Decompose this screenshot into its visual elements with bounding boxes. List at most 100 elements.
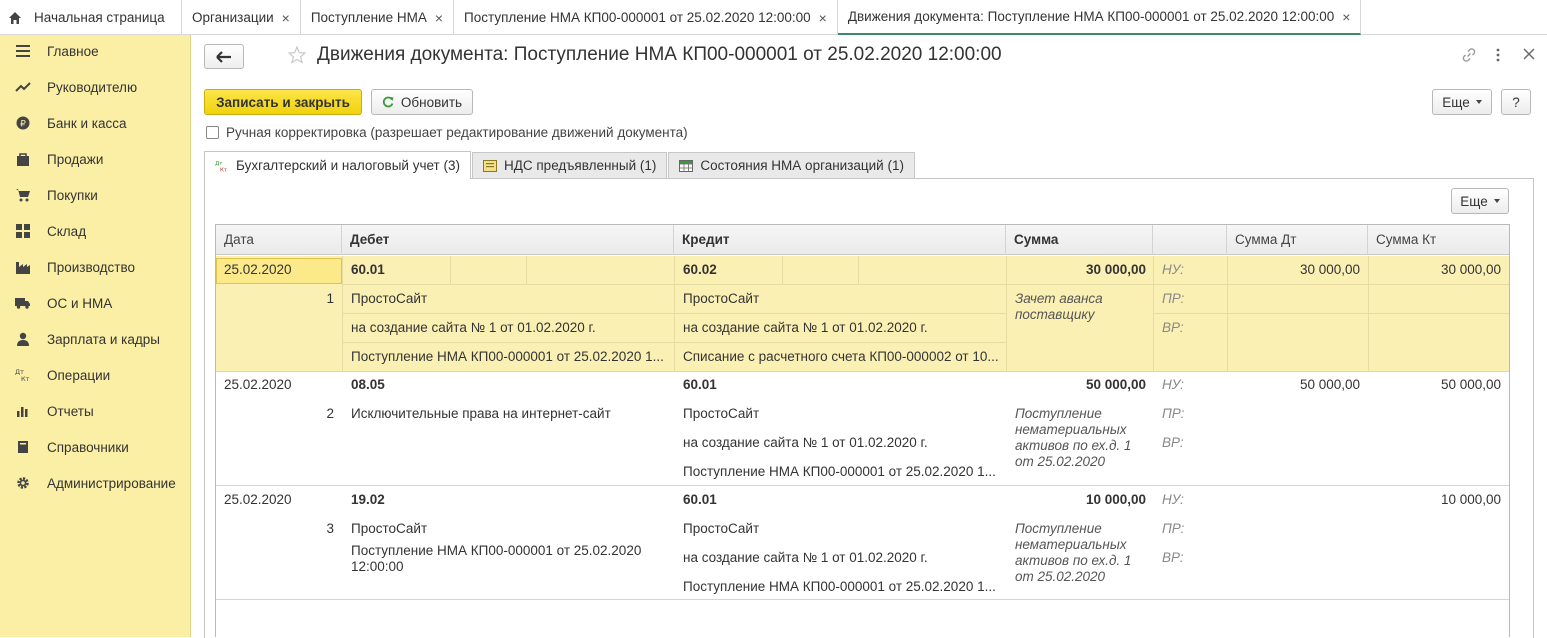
credit-account: 60.02 — [683, 262, 717, 277]
home-icon — [9, 11, 21, 24]
sidebar-item-catalogs[interactable]: Справочники — [0, 434, 190, 460]
link-icon[interactable] — [1461, 47, 1477, 63]
debit-account: 08.05 — [351, 377, 385, 392]
close-icon[interactable]: × — [819, 10, 827, 26]
credit-subconto: на создание сайта № 1 от 01.02.2020 г. — [683, 320, 928, 335]
truck-icon — [14, 295, 32, 311]
svg-text:Кт: Кт — [21, 375, 30, 382]
back-button[interactable] — [204, 44, 244, 69]
save-and-close-button[interactable]: Записать и закрыть — [204, 89, 362, 115]
tax-label-vr: ВР: — [1162, 550, 1184, 565]
sidebar-item-operations[interactable]: Дт Кт Операции — [0, 362, 190, 388]
tax-label-vr: ВР: — [1162, 435, 1184, 450]
close-icon[interactable]: × — [282, 10, 290, 26]
tax-label-nu: НУ: — [1162, 262, 1184, 277]
cart-icon — [14, 187, 32, 203]
movements-table: Дата Дебет Кредит Сумма Сумма Дт Сумма К… — [215, 224, 1510, 637]
close-icon[interactable]: × — [1342, 9, 1350, 25]
debit-subconto: ПростоСайт — [351, 291, 428, 306]
sidebar-item-manager[interactable]: Руководителю — [0, 74, 190, 100]
tab-label: НДС предъявленный (1) — [503, 158, 657, 173]
sidebar-item-warehouse[interactable]: Склад — [0, 218, 190, 244]
col-header-sum-kt[interactable]: Сумма Кт — [1368, 225, 1509, 255]
manual-edit-checkbox[interactable] — [206, 126, 219, 139]
sidebar-item-reports[interactable]: Отчеты — [0, 398, 190, 424]
chevron-down-icon — [1493, 199, 1500, 203]
credit-subconto: ПростоСайт — [683, 521, 760, 536]
factory-icon — [14, 259, 32, 275]
svg-text:₽: ₽ — [20, 120, 26, 130]
tab-label: Организации — [192, 10, 274, 25]
sidebar-item-salary[interactable]: Зарплата и кадры — [0, 326, 190, 352]
row-sum-kt: 50 000,00 — [1440, 377, 1501, 392]
more-label: Еще — [1442, 94, 1470, 110]
sidebar-item-label: Продажи — [47, 151, 104, 167]
sidebar-item-label: Склад — [47, 223, 87, 239]
credit-subconto: ПростоСайт — [683, 406, 760, 421]
sidebar-item-label: Справочники — [47, 439, 129, 455]
sidebar-item-fixed-assets[interactable]: ОС и НМА — [0, 290, 190, 316]
refresh-label: Обновить — [400, 94, 463, 110]
tab-label: Состояния НМА организаций (1) — [700, 158, 904, 173]
help-button[interactable]: ? — [1501, 89, 1531, 115]
tab-accounting[interactable]: Дт Кт Бухгалтерский и налоговый учет (3) — [204, 151, 471, 179]
sidebar-item-sales[interactable]: Продажи — [0, 146, 190, 172]
tab-document-movements[interactable]: Движения документа: Поступление НМА КП00… — [837, 0, 1362, 35]
col-header-sum[interactable]: Сумма — [1006, 225, 1153, 255]
col-header-debit[interactable]: Дебет — [342, 225, 674, 255]
sidebar-item-purchases[interactable]: Покупки — [0, 182, 190, 208]
col-header-date[interactable]: Дата — [216, 225, 342, 255]
sidebar-item-main[interactable]: Главное — [0, 38, 190, 64]
tab-nma-receipts[interactable]: Поступление НМА × — [301, 0, 455, 35]
col-header-sum-dt[interactable]: Сумма Дт — [1227, 225, 1368, 255]
table-icon — [679, 159, 694, 172]
bag-icon — [14, 151, 32, 167]
row-sum: 50 000,00 — [1085, 377, 1146, 392]
sidebar-item-label: Производство — [47, 259, 136, 275]
person-icon — [14, 331, 32, 347]
tax-label-nu: НУ: — [1162, 377, 1184, 392]
row-sum-dt: 30 000,00 — [1299, 262, 1360, 277]
window-tabs: Начальная страница Организации × Поступл… — [0, 0, 1547, 35]
grid-more-button[interactable]: Еще — [1451, 188, 1509, 214]
tab-nma-states[interactable]: Состояния НМА организаций (1) — [668, 152, 915, 178]
sidebar-item-bank[interactable]: ₽ Банк и касса — [0, 110, 190, 136]
credit-account: 60.01 — [683, 377, 717, 392]
sidebar-item-label: Администрирование — [47, 475, 176, 491]
tax-label-pr: ПР: — [1162, 291, 1185, 306]
row-content: Зачет аванса поставщику — [1015, 291, 1103, 322]
tax-label-vr: ВР: — [1162, 320, 1184, 335]
sidebar-item-label: Руководителю — [47, 79, 138, 95]
debit-subconto: Поступление НМА КП00-000001 от 25.02.202… — [351, 543, 642, 574]
gear-icon — [14, 475, 32, 491]
tab-nma-document[interactable]: Поступление НМА КП00-000001 от 25.02.202… — [454, 0, 838, 35]
tab-vat[interactable]: НДС предъявленный (1) — [471, 152, 668, 178]
credit-subconto: на создание сайта № 1 от 01.02.2020 г. — [683, 435, 928, 450]
refresh-icon — [382, 96, 394, 108]
more-vertical-icon[interactable] — [1495, 47, 1501, 63]
tab-organizations[interactable]: Организации × — [182, 0, 301, 35]
row-number: 3 — [326, 521, 334, 536]
tax-label-pr: ПР: — [1162, 406, 1185, 421]
sidebar-item-administration[interactable]: Администрирование — [0, 470, 190, 496]
sidebar-item-label: Зарплата и кадры — [47, 331, 160, 347]
row-content: Поступление нематериальных активов по ех… — [1015, 406, 1132, 469]
sidebar-item-label: Покупки — [47, 187, 98, 203]
col-header-type[interactable] — [1153, 225, 1227, 255]
bar-chart-icon — [14, 403, 32, 419]
sidebar-item-label: Операции — [47, 367, 111, 383]
col-header-credit[interactable]: Кредит — [674, 225, 1006, 255]
close-icon[interactable]: × — [435, 10, 443, 26]
close-window-icon[interactable] — [1523, 48, 1535, 60]
tab-home[interactable]: Начальная страница — [0, 0, 182, 35]
tab-label: Движения документа: Поступление НМА КП00… — [847, 9, 1335, 24]
more-button[interactable]: Еще — [1432, 89, 1492, 115]
tax-label-pr: ПР: — [1162, 521, 1185, 536]
debit-subconto: Поступление НМА КП00-000001 от 25.02.202… — [351, 349, 664, 364]
tab-label: Начальная страница — [34, 10, 165, 25]
credit-subconto: Поступление НМА КП00-000001 от 25.02.202… — [683, 464, 996, 479]
sidebar-item-production[interactable]: Производство — [0, 254, 190, 280]
refresh-button[interactable]: Обновить — [371, 89, 473, 115]
star-icon[interactable] — [288, 46, 306, 64]
chevron-down-icon — [1475, 100, 1482, 104]
